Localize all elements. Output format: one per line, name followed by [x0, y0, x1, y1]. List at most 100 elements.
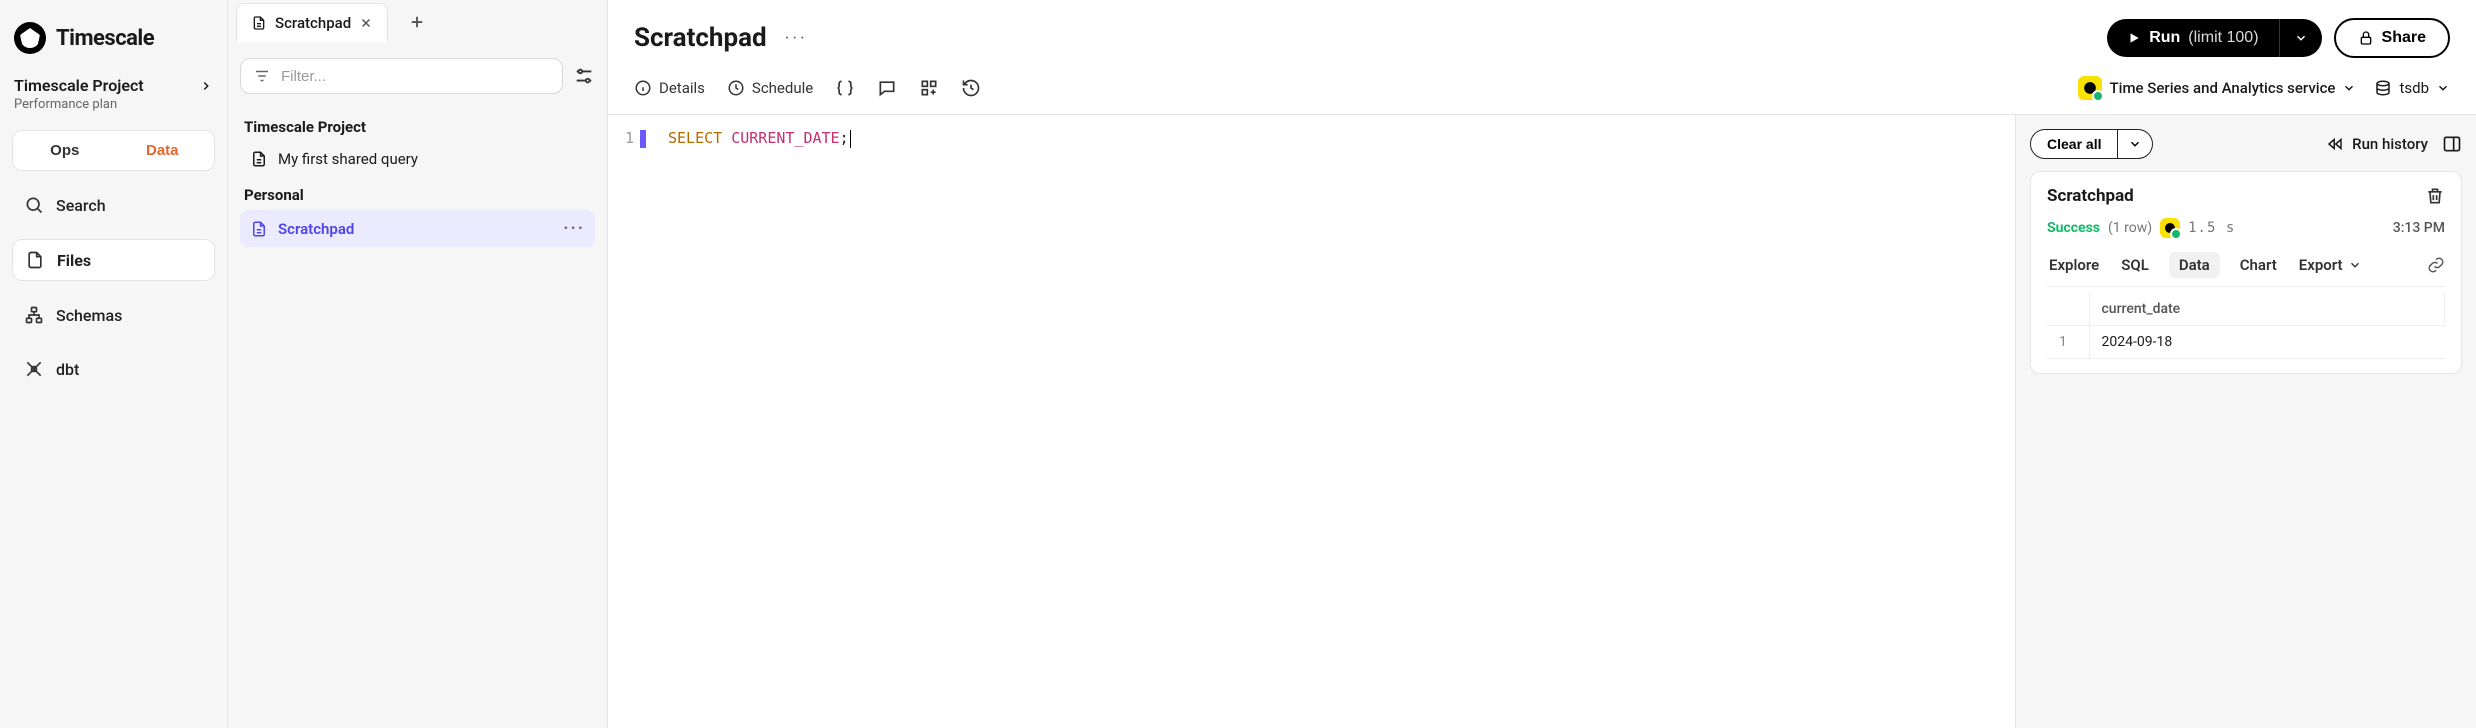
cursor-caret: [850, 130, 852, 148]
project-name: Timescale Project: [14, 76, 144, 95]
table-row[interactable]: 1 2024-09-18: [2047, 326, 2445, 359]
history-icon: [961, 78, 981, 98]
column-header[interactable]: current_date: [2089, 293, 2445, 326]
clear-dropdown[interactable]: [2118, 129, 2153, 159]
filter-input-wrap[interactable]: [240, 58, 563, 94]
comment-icon: [877, 78, 897, 98]
file-tree: Timescale Project My first shared query …: [228, 104, 607, 251]
result-tab-sql[interactable]: SQL: [2119, 252, 2151, 278]
segment-ops[interactable]: Ops: [16, 134, 114, 167]
close-icon[interactable]: [359, 16, 373, 30]
results-panel: Clear all Run history: [2016, 115, 2476, 728]
toolbar: Details Schedule: [608, 68, 2476, 115]
tool-grid[interactable]: [919, 78, 939, 98]
line-number: 1: [608, 129, 660, 148]
delete-result-icon[interactable]: [2425, 186, 2445, 206]
file-tab-label: Scratchpad: [275, 14, 351, 32]
token-identifier: CURRENT_DATE: [731, 129, 839, 147]
result-tabs: Explore SQL Data Chart Export: [2047, 252, 2445, 287]
token-keyword: SELECT: [668, 129, 722, 147]
nav-search[interactable]: Search: [12, 185, 215, 225]
result-tab-export[interactable]: Export: [2297, 252, 2364, 278]
tool-details[interactable]: Details: [634, 79, 705, 97]
file-tabs: Scratchpad: [228, 0, 607, 44]
chevron-down-icon: [2342, 81, 2356, 95]
brand-name: Timescale: [56, 26, 154, 51]
file-icon: [250, 220, 268, 238]
result-tab-data[interactable]: Data: [2169, 252, 2220, 278]
result-title: Scratchpad: [2047, 186, 2134, 206]
nav-dbt[interactable]: dbt: [12, 349, 215, 389]
result-table: current_date 1 2024-09-18: [2047, 293, 2445, 359]
result-tab-chart[interactable]: Chart: [2238, 252, 2279, 278]
sidebar-left: Timescale Timescale Project Performance …: [0, 0, 228, 728]
file-tab[interactable]: Scratchpad: [236, 3, 388, 42]
sql-editor[interactable]: 1 SELECT CURRENT_DATE;: [608, 115, 2016, 728]
segment-data[interactable]: Data: [114, 134, 212, 167]
tree-heading-project: Timescale Project: [240, 108, 595, 142]
tool-history[interactable]: [961, 78, 981, 98]
tool-comment[interactable]: [877, 78, 897, 98]
file-icon: [250, 150, 268, 168]
row-count: (1 row): [2108, 220, 2152, 236]
settings-sliders-icon[interactable]: [573, 65, 595, 87]
rewind-icon: [2326, 135, 2344, 153]
database-icon: [2374, 79, 2392, 97]
grid-plus-icon: [919, 78, 939, 98]
new-tab-button[interactable]: [402, 7, 432, 37]
copy-link-icon[interactable]: [2427, 256, 2445, 274]
project-selector[interactable]: Timescale Project Performance plan: [12, 72, 215, 116]
chevron-down-icon: [2348, 258, 2362, 272]
run-button-group: Run (limit 100): [2107, 19, 2321, 57]
share-button[interactable]: Share: [2334, 18, 2450, 58]
info-icon: [634, 79, 652, 97]
file-panel: Scratchpad Timescale Project My fi: [228, 0, 608, 728]
tree-heading-personal: Personal: [240, 176, 595, 210]
cell-value: 2024-09-18: [2089, 326, 2445, 359]
chevron-down-icon: [2294, 31, 2308, 45]
clock-icon: [727, 79, 745, 97]
tool-braces[interactable]: [835, 78, 855, 98]
nav-label: Files: [57, 251, 91, 270]
main-area: Scratchpad ··· Run (limit 100) Share: [608, 0, 2476, 728]
run-history-button[interactable]: Run history: [2326, 135, 2428, 153]
nav-files[interactable]: Files: [12, 239, 215, 281]
more-options-icon[interactable]: ···: [563, 218, 585, 239]
result-tab-explore[interactable]: Explore: [2047, 252, 2101, 278]
service-selector[interactable]: Time Series and Analytics service: [2078, 76, 2356, 100]
run-label: Run: [2149, 29, 2180, 47]
page-more-icon[interactable]: ···: [785, 28, 808, 49]
file-icon: [25, 250, 45, 270]
chevron-right-icon: [199, 79, 213, 93]
status-badge: Success: [2047, 220, 2100, 236]
search-icon: [24, 195, 44, 215]
run-dropdown[interactable]: [2279, 19, 2322, 57]
timestamp: 3:13 PM: [2393, 220, 2445, 236]
duration: 1.5 s: [2188, 220, 2235, 236]
project-plan: Performance plan: [14, 97, 213, 112]
tree-item-scratchpad[interactable]: Scratchpad ···: [240, 210, 595, 247]
row-index-header: [2047, 293, 2089, 326]
nav-label: Search: [56, 196, 106, 215]
nav-schemas[interactable]: Schemas: [12, 295, 215, 335]
page-title: Scratchpad: [634, 23, 767, 53]
clear-all-button[interactable]: Clear all: [2030, 129, 2118, 159]
logo-mark-icon: [14, 22, 46, 54]
panel-toggle-icon[interactable]: [2442, 134, 2462, 154]
tree-item-shared-query[interactable]: My first shared query: [240, 142, 595, 176]
nav-label: dbt: [56, 360, 79, 379]
database-selector[interactable]: tsdb: [2374, 79, 2450, 97]
schema-icon: [24, 305, 44, 325]
lock-icon: [2358, 30, 2374, 46]
tool-schedule[interactable]: Schedule: [727, 79, 813, 97]
dbt-icon: [24, 359, 44, 379]
tree-item-label: Scratchpad: [278, 220, 354, 238]
run-limit: (limit 100): [2188, 29, 2258, 47]
service-name: Time Series and Analytics service: [2109, 79, 2335, 97]
play-icon: [2127, 31, 2141, 45]
braces-icon: [835, 78, 855, 98]
brand-logo[interactable]: Timescale: [12, 18, 215, 58]
chevron-down-icon: [2128, 137, 2142, 151]
run-button[interactable]: Run (limit 100): [2107, 19, 2278, 57]
filter-input[interactable]: [281, 68, 550, 85]
